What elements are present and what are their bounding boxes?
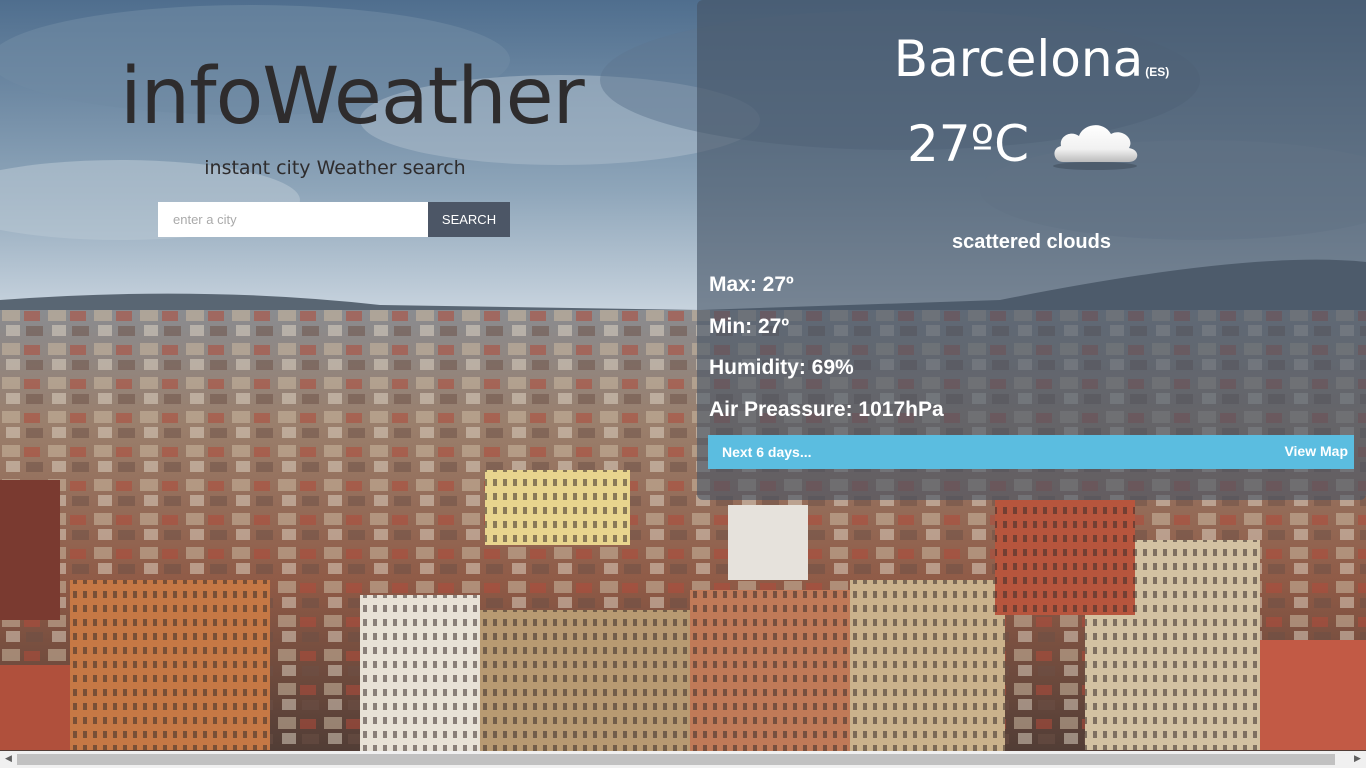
scroll-right-arrow-icon[interactable]: ▶ [1349, 751, 1366, 768]
stat-air-pressure: Air Preassure: 1017hPa [709, 397, 944, 421]
view-map-link[interactable]: View Map [1284, 443, 1348, 459]
brand-block: infoWeather instant city Weather search [120, 52, 585, 179]
app-tagline: instant city Weather search [204, 156, 466, 179]
temperature-row: 27ºC [907, 115, 1141, 173]
weather-panel: Barcelona (ES) 27ºC scattered clouds Max:… [697, 0, 1366, 500]
stat-min-temperature: Min: 27º [709, 314, 790, 338]
stat-humidity: Humidity: 69% [709, 356, 854, 379]
cloud-icon [1053, 125, 1138, 170]
scrollbar-thumb[interactable] [17, 754, 1335, 765]
horizontal-scrollbar[interactable]: ◀ ▶ [0, 751, 1366, 768]
forecast-bar: Next 6 days... View Map [708, 435, 1354, 469]
temperature-value: 27ºC [907, 115, 1030, 173]
country-code: (ES) [1145, 65, 1170, 79]
city-name: Barcelona [893, 30, 1144, 88]
city-search-form: SEARCH [158, 202, 510, 237]
weather-description: scattered clouds [952, 231, 1111, 253]
search-button[interactable]: SEARCH [428, 202, 510, 237]
city-heading: Barcelona (ES) [697, 30, 1366, 88]
stat-max-temperature: Max: 27º [709, 273, 794, 296]
app-viewport: infoWeather instant city Weather search … [0, 0, 1366, 768]
next-6-days-link[interactable]: Next 6 days... [722, 444, 812, 460]
weather-stats: Max: 27º Min: 27º Humidity: 69% Air Prea… [709, 270, 944, 436]
app-logo: infoWeather [120, 52, 585, 142]
scroll-left-arrow-icon[interactable]: ◀ [0, 751, 17, 768]
city-search-input[interactable] [158, 202, 428, 237]
